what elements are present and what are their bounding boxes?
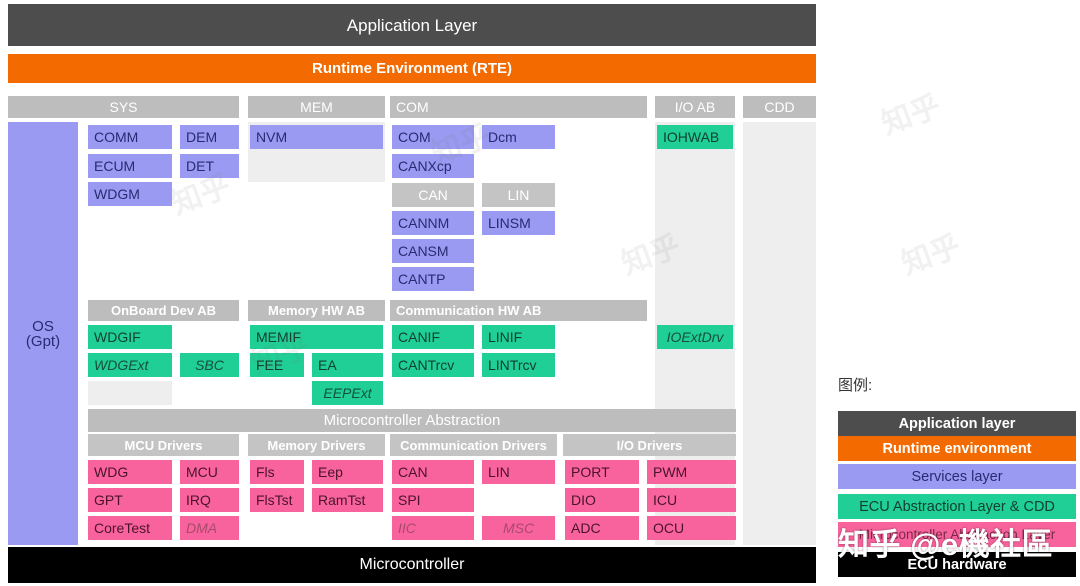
module-memif[interactable]: MEMIF [250, 325, 383, 349]
module-nvm[interactable]: NVM [250, 125, 383, 149]
module-dem[interactable]: DEM [180, 125, 239, 149]
driver-flstst[interactable]: FlsTst [250, 488, 304, 512]
driver-dma[interactable]: DMA [180, 516, 239, 540]
module-ecum[interactable]: ECUM [88, 154, 172, 178]
module-wdgm[interactable]: WDGM [88, 182, 172, 206]
onboard-empty-slot [88, 381, 172, 405]
driver-fls[interactable]: Fls [250, 460, 304, 484]
subheader-onboard-dev-ab: OnBoard Dev AB [88, 300, 239, 321]
driver-ramtst[interactable]: RamTst [312, 488, 383, 512]
module-linsm[interactable]: LINSM [482, 211, 555, 235]
legend-row-ecu-abstraction: ECU Abstraction Layer & CDD [838, 494, 1076, 519]
module-canif[interactable]: CANIF [392, 325, 474, 349]
module-cantrcv[interactable]: CANTrcv [392, 353, 474, 377]
bus-header-lin: LIN [482, 183, 555, 207]
driver-can[interactable]: CAN [392, 460, 474, 484]
column-header-cdd: CDD [743, 96, 816, 118]
microcontroller-bar: Microcontroller [8, 547, 816, 583]
column-header-io-ab: I/O AB [655, 96, 735, 118]
legend-title: 图例: [838, 377, 873, 394]
module-linif[interactable]: LINIF [482, 325, 555, 349]
driver-spi[interactable]: SPI [392, 488, 474, 512]
module-eepext[interactable]: EEPExt [312, 381, 383, 405]
mcal-group-memory-drivers: Memory Drivers [248, 434, 385, 456]
cdd-panel [743, 122, 816, 545]
driver-ocu[interactable]: OCU [647, 516, 736, 540]
module-com[interactable]: COM [392, 125, 474, 149]
driver-icu[interactable]: ICU [647, 488, 736, 512]
os-label-line1: OS [32, 317, 54, 335]
module-comm[interactable]: COMM [88, 125, 172, 149]
legend-row-mcal: Microcontroller Abstraction Layer [838, 522, 1076, 547]
driver-port[interactable]: PORT [565, 460, 639, 484]
driver-coretest[interactable]: CoreTest [88, 516, 172, 540]
module-iohwab[interactable]: IOHWAB [657, 125, 733, 149]
module-wdgif[interactable]: WDGIF [88, 325, 172, 349]
os-block: OS (Gpt) [8, 122, 78, 545]
driver-wdg[interactable]: WDG [88, 460, 172, 484]
module-lintrcv[interactable]: LINTrcv [482, 353, 555, 377]
driver-eep[interactable]: Eep [312, 460, 383, 484]
bus-header-can: CAN [392, 183, 474, 207]
legend-row-services-layer: Services layer [838, 464, 1076, 489]
module-sbc[interactable]: SBC [180, 353, 239, 377]
module-fee[interactable]: FEE [250, 353, 304, 377]
module-cantp[interactable]: CANTP [392, 267, 474, 291]
driver-lin[interactable]: LIN [482, 460, 555, 484]
watermark-bg-6: 知乎 [897, 229, 966, 282]
legend-row-application-layer: Application layer [838, 411, 1076, 436]
module-wdgext[interactable]: WDGExt [88, 353, 172, 377]
application-layer-bar: Application Layer [8, 4, 816, 46]
driver-dio[interactable]: DIO [565, 488, 639, 512]
mcal-group-mcu-drivers: MCU Drivers [88, 434, 239, 456]
mcal-title-bar: Microcontroller Abstraction [88, 409, 736, 432]
driver-irq[interactable]: IRQ [180, 488, 239, 512]
legend-row-ecu-hardware: ECU hardware [838, 552, 1076, 577]
column-header-mem: MEM [248, 96, 385, 118]
mcal-group-io-drivers: I/O Drivers [563, 434, 736, 456]
module-cannm[interactable]: CANNM [392, 211, 474, 235]
module-ea[interactable]: EA [312, 353, 383, 377]
module-dcm[interactable]: Dcm [482, 125, 555, 149]
driver-pwm[interactable]: PWM [647, 460, 736, 484]
driver-msc[interactable]: MSC [482, 516, 555, 540]
os-label-line2: (Gpt) [25, 332, 61, 350]
driver-gpt[interactable]: GPT [88, 488, 172, 512]
legend-row-runtime-environment: Runtime environment [838, 436, 1076, 461]
subheader-memory-hw-ab: Memory HW AB [248, 300, 385, 321]
module-cansm[interactable]: CANSM [392, 239, 474, 263]
driver-mcu[interactable]: MCU [180, 460, 239, 484]
driver-adc[interactable]: ADC [565, 516, 639, 540]
column-header-com: COM [390, 96, 647, 118]
module-ioextdrv[interactable]: IOExtDrv [657, 325, 733, 349]
module-det[interactable]: DET [180, 154, 239, 178]
watermark-bg-4: 知乎 [877, 89, 946, 142]
module-canxcp[interactable]: CANXcp [392, 154, 474, 178]
mcal-group-communication-drivers: Communication Drivers [390, 434, 557, 456]
driver-iic[interactable]: IIC [392, 516, 474, 540]
subheader-communication-hw-ab: Communication HW AB [390, 300, 647, 321]
rte-layer-bar: Runtime Environment (RTE) [8, 54, 816, 83]
column-header-sys: SYS [8, 96, 239, 118]
